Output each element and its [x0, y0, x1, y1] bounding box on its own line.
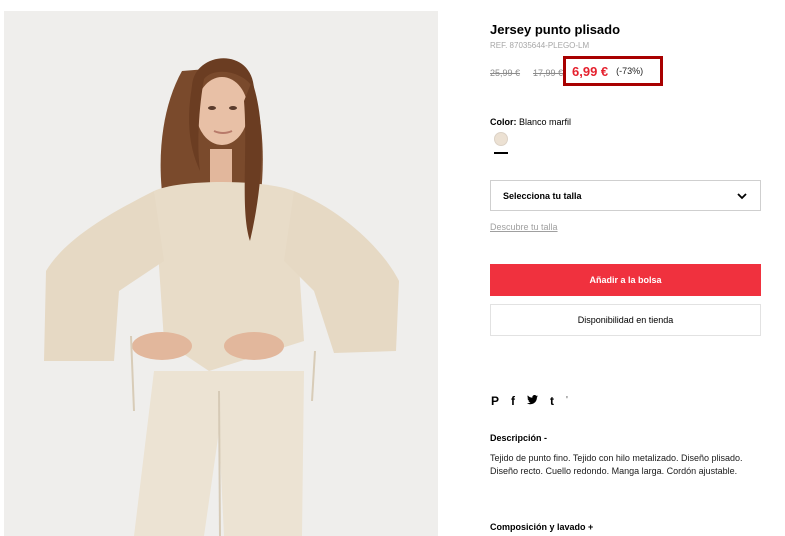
product-reference: REF. 87035644-PLEGO-LM [490, 41, 590, 50]
current-price-highlight: 6,99 € (-73%) [563, 56, 663, 86]
color-value: Blanco marfil [519, 117, 572, 127]
more-share-icon[interactable]: ' [566, 395, 568, 407]
color-row: Color: Blanco marfil [490, 117, 571, 127]
product-image[interactable] [4, 11, 438, 536]
pinterest-icon[interactable]: P [491, 395, 499, 407]
composition-title[interactable]: Composición y lavado + [490, 522, 593, 532]
size-select[interactable]: Selecciona tu talla [490, 180, 761, 211]
model-illustration [4, 11, 438, 536]
size-select-label: Selecciona tu talla [503, 190, 582, 201]
product-title: Jersey punto plisado [490, 22, 621, 37]
tumblr-icon[interactable]: t [550, 395, 554, 407]
previous-price: 17,99 € [533, 68, 564, 78]
twitter-icon[interactable] [527, 395, 539, 407]
description-text: Tejido de punto fino. Tejido con hilo me… [490, 453, 743, 476]
chevron-down-icon [737, 192, 747, 199]
color-label: Color: [490, 117, 517, 127]
description-title[interactable]: Descripción - [490, 433, 547, 443]
original-price: 25,99 € [490, 68, 521, 78]
current-price: 6,99 € [572, 63, 609, 79]
color-swatch-blanco-marfil[interactable] [494, 132, 508, 146]
add-to-bag-button[interactable]: Añadir a la bolsa [490, 264, 761, 296]
facebook-icon[interactable]: f [511, 395, 515, 407]
discount-badge: (-73%) [616, 66, 644, 76]
share-icons: P f t ' [491, 395, 568, 407]
store-availability-button[interactable]: Disponibilidad en tienda [490, 304, 761, 336]
selected-swatch-indicator [494, 152, 508, 154]
size-guide-link[interactable]: Descubre tu talla [490, 222, 558, 232]
